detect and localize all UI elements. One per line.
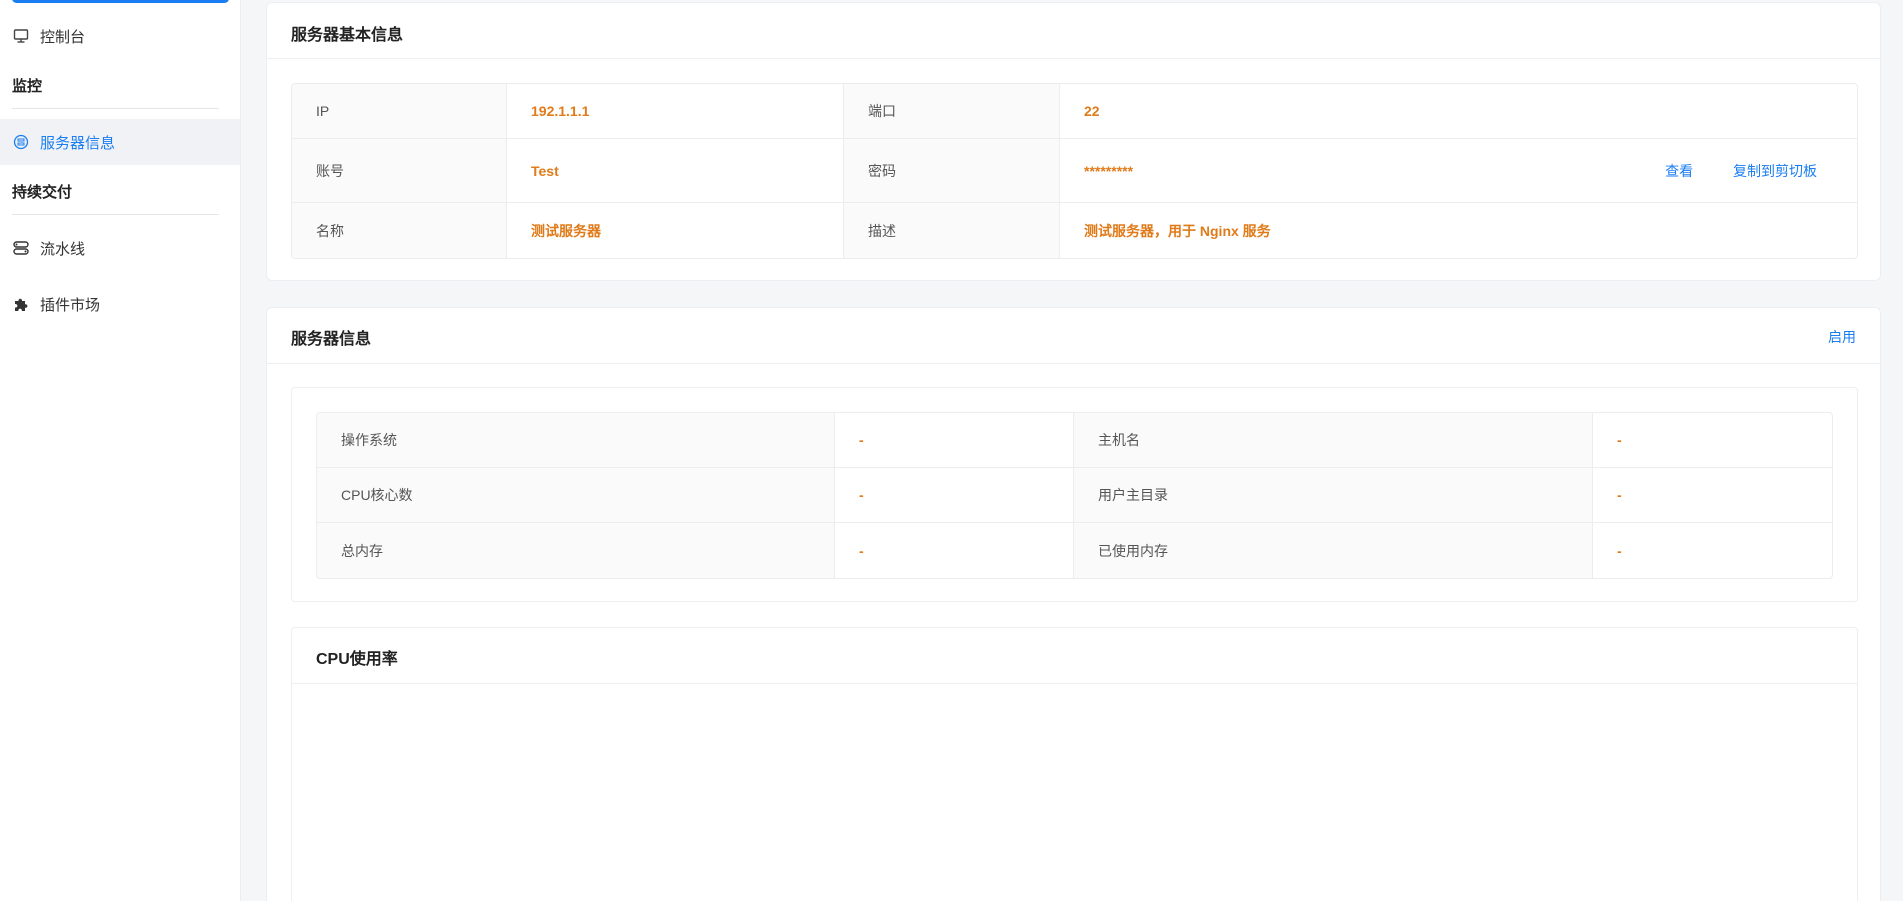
card-title: 服务器信息 xyxy=(291,331,372,348)
label-hostname: 主机名 xyxy=(1074,413,1593,467)
basic-info-card: 服务器基本信息 IP 192.1.1.1 端口 22 账号 Test 密码 **… xyxy=(266,2,1881,281)
table-row: 操作系统 - 主机名 - xyxy=(317,413,1832,468)
password-actions: 查看 复制到剪切板 xyxy=(1665,161,1817,181)
value-cpu-cores: - xyxy=(835,468,1074,522)
label-cpu-cores: CPU核心数 xyxy=(317,468,835,522)
label-password: 密码 xyxy=(844,139,1060,202)
label-total-memory: 总内存 xyxy=(317,523,835,578)
value-account: Test xyxy=(507,139,844,202)
server-info-panel: 操作系统 - 主机名 - CPU核心数 - 用户主目录 - 总内存 - 已使用内… xyxy=(291,387,1858,602)
basic-info-table: IP 192.1.1.1 端口 22 账号 Test 密码 ********* … xyxy=(291,83,1858,259)
sidebar-item-console[interactable]: 控制台 xyxy=(0,13,240,59)
table-row: 总内存 - 已使用内存 - xyxy=(317,523,1832,578)
value-hostname: - xyxy=(1617,432,1622,448)
divider xyxy=(267,58,1880,59)
table-row: CPU核心数 - 用户主目录 - xyxy=(317,468,1832,523)
label-description: 描述 xyxy=(844,203,1060,258)
sidebar-top-button[interactable] xyxy=(12,0,229,3)
label-account: 账号 xyxy=(292,139,507,202)
cpu-usage-chart-area xyxy=(292,684,1857,901)
sidebar: 控制台 监控 服务器信息 持续交付 流水线 插件市场 xyxy=(0,0,241,901)
table-row: 账号 Test 密码 ********* 查看 复制到剪切板 xyxy=(292,139,1857,203)
server-icon xyxy=(12,133,30,151)
label-port: 端口 xyxy=(844,84,1060,138)
value-total-memory: - xyxy=(835,523,1074,578)
nav-group-cd: 持续交付 xyxy=(12,184,73,201)
value-home-dir: - xyxy=(1617,487,1622,503)
server-info-card: 服务器信息 启用 操作系统 - 主机名 - CPU核心数 - 用户主目录 - 总… xyxy=(266,307,1881,901)
copy-to-clipboard-link[interactable]: 复制到剪切板 xyxy=(1733,163,1817,179)
cpu-usage-panel: CPU使用率 xyxy=(291,627,1858,901)
label-ip: IP xyxy=(292,84,507,138)
label-used-memory: 已使用内存 xyxy=(1074,523,1593,578)
value-used-memory: - xyxy=(1617,542,1622,559)
sidebar-item-label: 插件市场 xyxy=(40,296,101,314)
value-description: 测试服务器，用于 Nginx 服务 xyxy=(1084,222,1271,239)
label-home-dir: 用户主目录 xyxy=(1074,468,1593,522)
pipeline-icon xyxy=(12,239,30,257)
sidebar-item-label: 控制台 xyxy=(40,28,86,46)
card-title: 服务器基本信息 xyxy=(291,27,404,44)
sidebar-item-plugin-market[interactable]: 插件市场 xyxy=(0,281,240,327)
monitor-icon xyxy=(12,27,30,45)
divider xyxy=(12,108,219,109)
value-name: 测试服务器 xyxy=(507,203,844,258)
sidebar-item-server-info[interactable]: 服务器信息 xyxy=(0,119,240,165)
table-row: IP 192.1.1.1 端口 22 xyxy=(292,84,1857,139)
server-info-table: 操作系统 - 主机名 - CPU核心数 - 用户主目录 - 总内存 - 已使用内… xyxy=(316,412,1833,579)
value-password: ********* xyxy=(1084,162,1134,179)
cpu-usage-title: CPU使用率 xyxy=(316,651,398,668)
divider xyxy=(267,363,1880,364)
value-os: - xyxy=(835,413,1074,467)
sidebar-item-pipeline[interactable]: 流水线 xyxy=(0,225,240,271)
enable-link[interactable]: 启用 xyxy=(1828,327,1856,347)
value-ip: 192.1.1.1 xyxy=(507,84,844,138)
table-row: 名称 测试服务器 描述 测试服务器，用于 Nginx 服务 xyxy=(292,203,1857,258)
value-port: 22 xyxy=(1084,103,1100,119)
sidebar-item-label: 服务器信息 xyxy=(40,134,116,152)
label-os: 操作系统 xyxy=(317,413,835,467)
view-password-link[interactable]: 查看 xyxy=(1665,163,1693,179)
label-name: 名称 xyxy=(292,203,507,258)
sidebar-item-label: 流水线 xyxy=(40,240,86,258)
password-cell: ********* 查看 复制到剪切板 xyxy=(1060,139,1857,202)
puzzle-icon xyxy=(12,295,30,313)
divider xyxy=(12,214,219,215)
nav-group-monitor: 监控 xyxy=(12,78,43,95)
